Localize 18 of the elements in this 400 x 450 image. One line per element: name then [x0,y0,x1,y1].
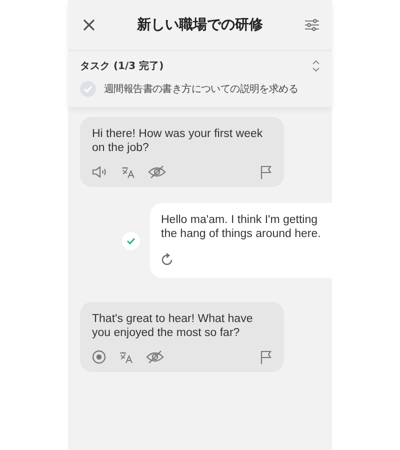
settings-icon[interactable] [304,18,320,32]
screen-title: 新しい職場での研修 [137,16,263,34]
translate-icon[interactable] [121,166,135,178]
speaker-icon[interactable] [92,166,108,178]
flag-icon[interactable] [260,165,272,179]
message-text: That's great to hear! What have you enjoyed the most so far? [92,312,254,340]
expand-icon[interactable] [312,60,320,72]
translate-icon[interactable] [119,350,133,364]
stop-icon[interactable] [92,350,106,364]
task-text: 週間報告書の書き方についての説明を求める [104,82,298,96]
hidden-eye-icon[interactable] [148,165,166,179]
message-text: Hello ma'am. I think I'm getting the hang of things around here. [161,213,322,241]
retry-icon[interactable] [161,253,173,266]
hidden-eye-icon[interactable] [146,350,164,364]
task-heading: タスク (1/3 完了) [80,59,164,73]
close-icon[interactable] [82,18,96,32]
flag-icon[interactable] [260,350,272,364]
message-text: Hi there! How was your first week on the job? [92,127,264,155]
